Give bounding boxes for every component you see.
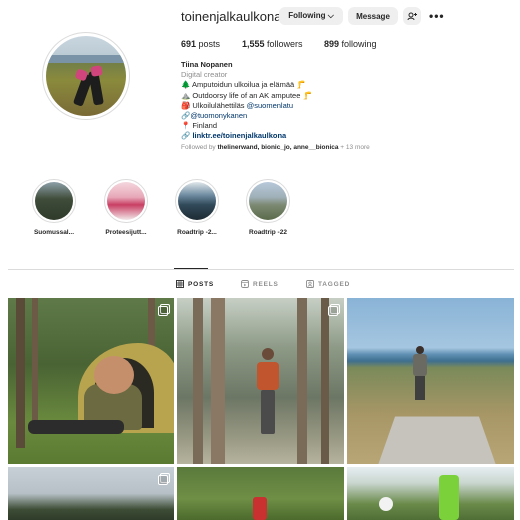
post-tile-4[interactable]: [8, 467, 174, 520]
carousel-icon: [328, 304, 340, 316]
profile-avatar[interactable]: [42, 32, 130, 120]
hiker-image: [257, 348, 279, 438]
highlight-ring: [32, 179, 76, 223]
profile-username: toinenjalkaulkona: [181, 9, 282, 24]
carousel-icon: [158, 304, 170, 316]
following-button[interactable]: Following ⌵: [279, 7, 343, 25]
post-tile-1[interactable]: [8, 298, 174, 464]
link-icon: 🔗: [181, 131, 191, 141]
highlight-label: Roadtrip -2...: [177, 229, 217, 236]
highlight-proteesijutut[interactable]: Proteesijutt...: [96, 179, 156, 236]
post-tile-3[interactable]: [347, 298, 514, 464]
profile-category: Digital creator: [181, 70, 228, 80]
tab-reels[interactable]: REELS: [241, 280, 279, 288]
post-tile-6[interactable]: [347, 467, 514, 520]
tab-tagged[interactable]: TAGGED: [306, 280, 350, 288]
avatar-image: [46, 36, 126, 116]
tab-tagged-label: TAGGED: [318, 280, 351, 288]
followed-by-prefix: Followed by: [181, 144, 218, 151]
bio-line-2: ⛰️ Outdoorsy life of an AK amputee 🦵: [181, 90, 312, 100]
carousel-icon: [158, 473, 170, 485]
posts-count: 691 posts: [181, 39, 220, 49]
tab-reels-label: REELS: [253, 280, 279, 288]
mention-suomenlatu[interactable]: @suomenlatu: [247, 101, 293, 110]
bio-line-3: 🎒 Ulkoilulähettiläs @suomenlatu: [181, 101, 441, 111]
highlight-cover: [178, 182, 216, 220]
highlight-ring: [175, 179, 219, 223]
tab-posts-label: POSTS: [188, 280, 215, 288]
tabs-divider: [8, 269, 514, 270]
posts-count-label: posts: [198, 39, 221, 49]
add-user-button[interactable]: [403, 7, 421, 25]
following-count-label: following: [341, 39, 377, 49]
followers-count-label: followers: [267, 39, 303, 49]
add-user-icon: [407, 12, 417, 20]
highlight-cover: [249, 182, 287, 220]
highlight-cover: [35, 182, 73, 220]
highlight-label: Suomussal...: [33, 229, 75, 236]
active-tab-indicator: [174, 268, 208, 269]
highlight-ring: [104, 179, 148, 223]
profile-link-text: linktr.ee/toinenjalkaulkona: [192, 131, 287, 141]
profile-link[interactable]: 🔗 linktr.ee/toinenjalkaulkona: [181, 131, 441, 141]
post-tile-2[interactable]: [177, 298, 344, 464]
followed-by[interactable]: Followed by thelinerwand, bionic_jo, ann…: [181, 144, 370, 151]
following-count[interactable]: 899 following: [324, 39, 377, 49]
message-button[interactable]: Message: [348, 7, 398, 25]
tab-posts[interactable]: POSTS: [176, 280, 214, 288]
grid-icon: [176, 280, 184, 288]
bio-line-1: 🌲 Amputoidun ulkoilua ja elämää 🦵: [181, 80, 306, 90]
following-count-value: 899: [324, 39, 340, 49]
bio-line-3-text: 🎒 Ulkoilulähettiläs: [181, 100, 247, 110]
profile-bio: Tiina Nopanen Digital creator 🌲 Amputoid…: [181, 60, 441, 142]
followers-count[interactable]: 1,555 followers: [242, 39, 303, 49]
highlight-cover: [107, 182, 145, 220]
followed-by-suffix: + 13 more: [338, 144, 370, 151]
tagged-icon: [306, 280, 314, 288]
mention-tuomonykanen[interactable]: @tuomonykanen: [190, 111, 247, 120]
more-options-icon[interactable]: •••: [429, 9, 445, 23]
profile-full-name: Tiina Nopanen: [181, 60, 233, 69]
bio-line-4-icon: 🔗: [181, 111, 191, 121]
highlight-label: Proteesijutt...: [105, 229, 147, 236]
highlight-label: Roadtrip -22: [249, 229, 287, 236]
highlight-roadtrip-1[interactable]: Roadtrip -2...: [167, 179, 227, 236]
post-tile-5[interactable]: [177, 467, 344, 520]
bio-line-4: 🔗@tuomonykanen: [181, 111, 441, 121]
followed-by-names: thelinerwand, bionic_jo, anne__bionica: [217, 144, 339, 151]
highlight-suomussalmi[interactable]: Suomussal...: [24, 179, 84, 236]
followers-count-value: 1,555: [242, 39, 265, 49]
reels-icon: [241, 280, 249, 288]
highlight-ring: [246, 179, 290, 223]
posts-count-value: 691: [181, 39, 197, 49]
bio-line-5: 📍 Finland: [181, 121, 218, 131]
boardwalk-image: [377, 416, 497, 464]
highlight-roadtrip-22[interactable]: Roadtrip -22: [238, 179, 298, 236]
